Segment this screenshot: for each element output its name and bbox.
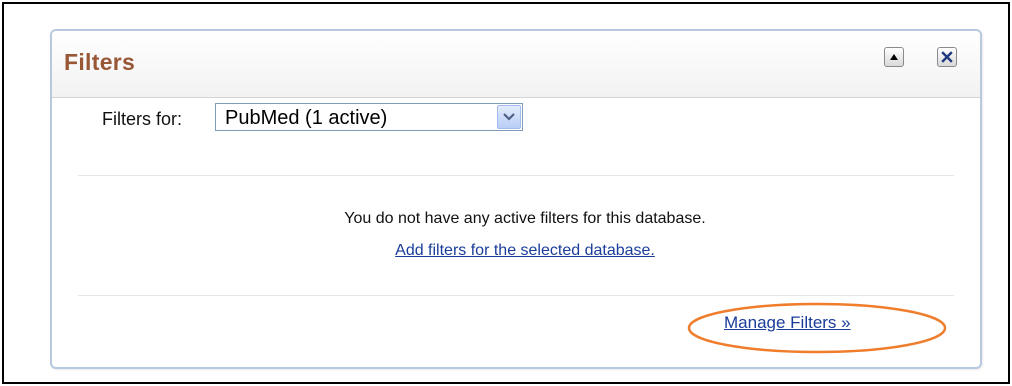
filters-for-label: Filters for: [102,109,183,129]
database-select-value: PubMed (1 active) [225,107,388,129]
panel-header: Filters [52,31,980,98]
add-filters-link[interactable]: Add filters for the selected database. [395,242,655,259]
chevron-down-icon [503,113,515,121]
database-select[interactable]: PubMed (1 active) [215,103,523,131]
panel-title: Filters [64,49,136,75]
collapse-button[interactable] [884,47,904,67]
add-filters-link-container: Add filters for the selected database. [200,242,850,260]
manage-filters-container: Manage Filters » [724,313,851,333]
close-button[interactable] [937,47,957,67]
divider [78,295,954,296]
x-close-icon [941,51,953,63]
divider [78,175,954,176]
manage-filters-link[interactable]: Manage Filters » [724,313,851,332]
dropdown-arrow-button[interactable] [497,105,521,129]
no-filters-message: You do not have any active filters for t… [344,210,706,227]
triangle-up-icon [890,54,898,60]
